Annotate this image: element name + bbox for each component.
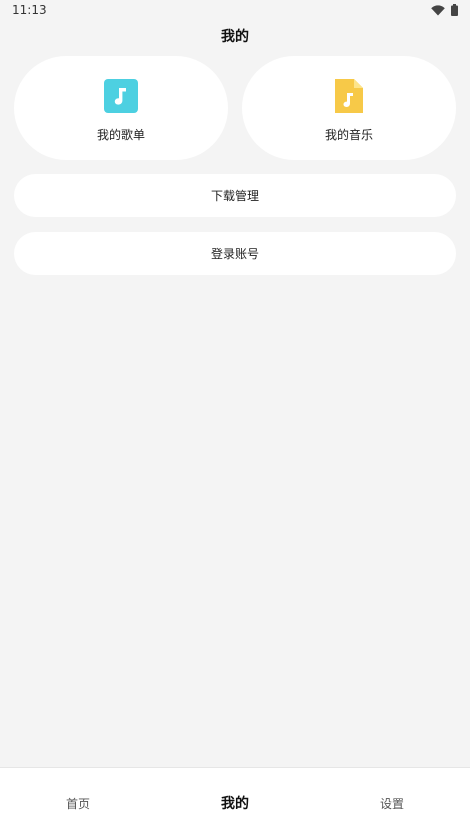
status-bar: 11:13: [0, 0, 470, 22]
music-note-icon: [104, 79, 138, 113]
login-account-button[interactable]: 登录账号: [14, 232, 456, 275]
tab-settings[interactable]: 设置: [380, 795, 404, 812]
page-title: 我的: [221, 29, 249, 45]
bottom-nav: 首页 我的 设置: [0, 767, 470, 838]
my-music-label: 我的音乐: [324, 128, 373, 142]
my-music-card[interactable]: 我的音乐: [242, 56, 456, 160]
battery-icon: [451, 4, 458, 16]
wifi-icon: [431, 4, 445, 15]
status-icons: [431, 4, 458, 16]
tab-home[interactable]: 首页: [66, 795, 90, 812]
download-management-button[interactable]: 下载管理: [14, 174, 456, 217]
my-playlist-label: 我的歌单: [96, 128, 145, 142]
music-file-icon: [335, 79, 363, 113]
tab-mine[interactable]: 我的: [221, 793, 249, 813]
status-time: 11:13: [12, 3, 47, 17]
my-playlist-card[interactable]: 我的歌单: [14, 56, 228, 160]
